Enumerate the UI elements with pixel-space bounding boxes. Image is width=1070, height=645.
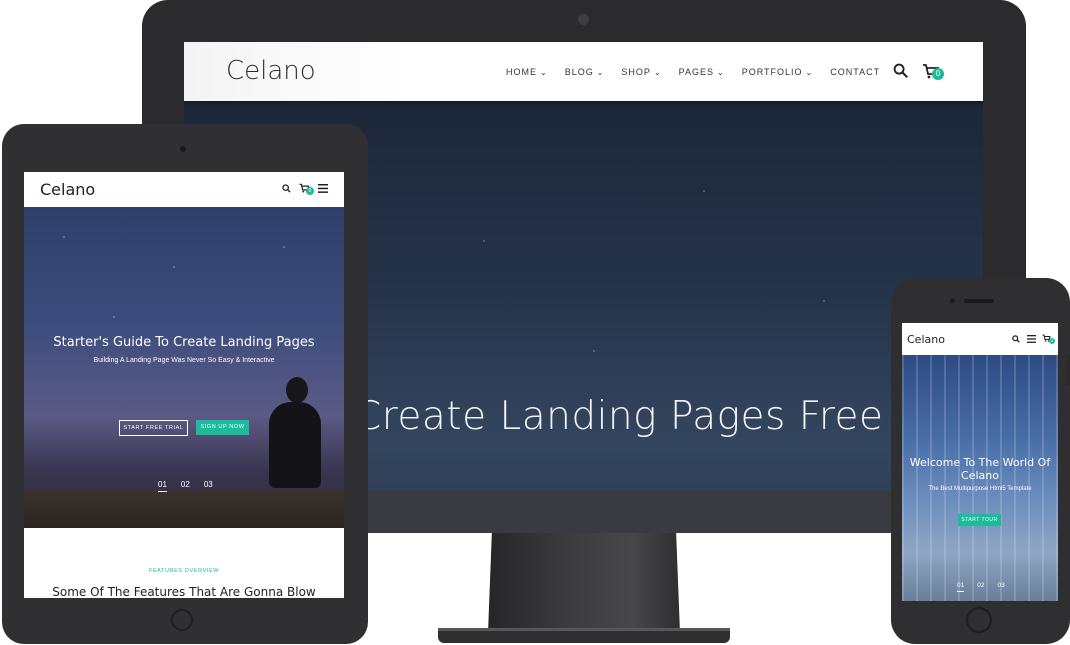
cart-count-badge: 0 — [932, 68, 944, 80]
monitor-camera — [578, 14, 589, 25]
menu-item-contact[interactable]: CONTACT — [830, 67, 880, 77]
monitor-stand-neck — [488, 533, 680, 633]
phone-camera — [950, 298, 955, 303]
start-tour-button[interactable]: START TOUR — [958, 514, 1001, 526]
features-overview-label: FEATURES OVERVIEW — [148, 568, 220, 574]
phone-hero-title: Welcome To The World Of Celano — [909, 456, 1051, 482]
chevron-down-icon: ⌄ — [653, 67, 662, 77]
slide-indicator[interactable]: 01 — [957, 582, 965, 592]
menu-item-label: PORTFOLIO — [741, 67, 803, 77]
phone-speaker — [964, 299, 994, 303]
menu-item-label: BLOG — [564, 67, 594, 77]
phone-hero: Welcome To The World Of Celano The Best … — [902, 355, 1058, 601]
tablet-slider-pagination: 01 02 03 — [158, 480, 213, 492]
tablet-hero-person-head — [286, 377, 308, 403]
monitor-main-menu: HOME ⌄ BLOG ⌄ SHOP ⌄ PAGES ⌄ PORTFOLIO ⌄ CONT… — [506, 67, 897, 77]
phone-hero-subtitle: The Best Multipurpose Html5 Template — [928, 486, 1032, 492]
search-icon[interactable] — [1012, 335, 1020, 343]
tablet-screen: Celano 0 Starter's Guide To Create Landi… — [24, 172, 344, 598]
phone-side-button — [1066, 355, 1070, 385]
menu-item-home[interactable]: HOME ⌄ — [506, 67, 548, 77]
search-icon[interactable] — [893, 63, 908, 78]
cart-count-badge: 0 — [306, 187, 314, 195]
cart-count-badge: 0 — [1049, 338, 1055, 344]
monitor-logo[interactable]: Celano — [226, 56, 316, 86]
tablet-hero-subtitle: Building A Landing Page Was Never So Eas… — [93, 357, 275, 364]
start-free-trial-button[interactable]: START FREE TRIAL — [119, 420, 188, 436]
chevron-down-icon: ⌄ — [540, 67, 548, 77]
slide-indicator[interactable]: 02 — [181, 480, 190, 489]
menu-item-label: SHOP — [621, 67, 651, 77]
hamburger-menu-icon[interactable] — [318, 184, 328, 193]
monitor-navbar: Celano HOME ⌄ BLOG ⌄ SHOP ⌄ PAGES ⌄ PORTFOLI… — [184, 42, 983, 101]
slide-indicator[interactable]: 03 — [204, 480, 213, 489]
sign-up-now-button[interactable]: SIGN UP NOW — [196, 420, 249, 435]
phone-slider-pagination: 01 02 03 — [957, 582, 1005, 592]
menu-item-label: PAGES — [678, 67, 714, 77]
menu-item-blog[interactable]: BLOG ⌄ — [565, 67, 605, 77]
menu-item-portfolio[interactable]: PORTFOLIO ⌄ — [742, 67, 814, 77]
phone-logo[interactable]: Celano — [907, 333, 945, 346]
tablet-camera — [180, 146, 186, 152]
chevron-down-icon: ⌄ — [596, 67, 605, 77]
menu-item-label: CONTACT — [830, 67, 881, 77]
tablet-hero-pier — [24, 490, 344, 528]
menu-item-pages[interactable]: PAGES ⌄ — [679, 67, 725, 77]
tablet-hero-title: Starter's Guide To Create Landing Pages — [53, 335, 315, 350]
phone-screen: Celano 0 Welcome To The World Of Celano … — [902, 323, 1058, 601]
menu-item-label: HOME — [506, 67, 537, 77]
chevron-down-icon: ⌄ — [717, 67, 725, 77]
search-icon[interactable] — [282, 184, 291, 193]
features-heading: Some Of The Features That Are Gonna Blow — [52, 585, 316, 598]
tablet-hero-person — [269, 402, 321, 488]
cart-icon[interactable]: 0 — [299, 183, 315, 195]
slide-indicator[interactable]: 01 — [158, 480, 167, 492]
menu-item-shop[interactable]: SHOP ⌄ — [621, 67, 661, 77]
cart-icon[interactable]: 0 — [1042, 334, 1056, 345]
monitor-hero-title: Create Landing Pages Free — [354, 394, 884, 439]
cart-icon[interactable]: 0 — [922, 63, 946, 81]
monitor-stand-highlight — [438, 628, 730, 631]
slide-indicator[interactable]: 03 — [997, 582, 1004, 589]
tablet-navbar: Celano 0 — [24, 172, 344, 207]
tablet-home-button — [171, 609, 193, 631]
slide-indicator[interactable]: 02 — [977, 582, 984, 589]
phone-navbar: Celano 0 — [902, 323, 1058, 355]
phone-home-button — [966, 607, 992, 633]
tablet-hero: Starter's Guide To Create Landing Pages … — [24, 207, 344, 528]
chevron-down-icon: ⌄ — [805, 67, 814, 77]
hamburger-menu-icon[interactable] — [1027, 335, 1036, 343]
tablet-logo[interactable]: Celano — [40, 180, 95, 199]
